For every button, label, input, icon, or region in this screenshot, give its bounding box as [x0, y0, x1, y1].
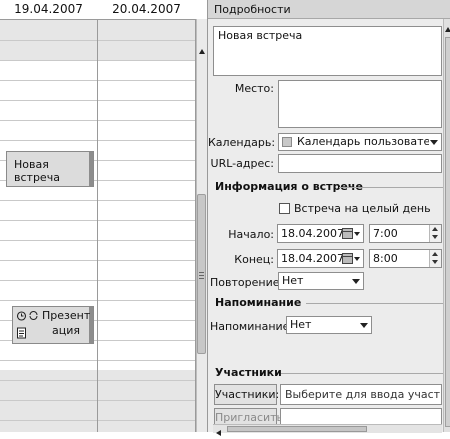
- alarm-clock-icon: [16, 310, 27, 324]
- calendar-picker-icon[interactable]: [342, 227, 360, 243]
- scroll-left-icon[interactable]: [216, 426, 221, 439]
- end-label: Конец:: [234, 253, 274, 266]
- calendar-select-value: Календарь пользователя - Ве: [297, 135, 429, 148]
- start-label: Начало:: [228, 228, 274, 241]
- end-date-field[interactable]: 18.04.2007: [277, 249, 364, 268]
- calendar-label: Календарь:: [208, 136, 276, 149]
- hour-line: [0, 260, 196, 261]
- hour-line: [0, 420, 196, 421]
- reminder-select[interactable]: Нет: [286, 316, 372, 334]
- panel-scrollbar[interactable]: [443, 19, 450, 432]
- calendar-picker-icon[interactable]: [342, 252, 360, 268]
- location-field[interactable]: [278, 80, 442, 128]
- attendees-button[interactable]: Участники:: [214, 384, 279, 405]
- location-label: Место:: [234, 82, 274, 95]
- panel-scroll-thumb[interactable]: [445, 37, 450, 427]
- chevron-down-icon: [430, 140, 438, 145]
- end-time-field[interactable]: 8:00: [369, 249, 442, 268]
- calendar-grid[interactable]: 19.04.2007 20.04.2007 Новая встреча През…: [0, 0, 196, 432]
- hour-line: [0, 280, 196, 281]
- section-divider: [281, 373, 447, 374]
- hour-line: [0, 40, 196, 41]
- event-title: Новая встреча: [14, 158, 60, 184]
- hour-line: [0, 100, 196, 101]
- attendees-header: Участники: [215, 366, 282, 379]
- all-day-label: Встреча на целый день: [294, 202, 431, 215]
- scroll-up-icon[interactable]: [445, 22, 450, 35]
- hour-line: [0, 240, 196, 241]
- hour-line: [0, 60, 196, 61]
- attendees-field[interactable]: Выберите для ввода участников: [280, 384, 442, 405]
- hour-line: [0, 360, 196, 361]
- all-day-checkbox[interactable]: [279, 203, 290, 214]
- note-icon: [16, 327, 27, 342]
- repeat-label: Повторение:: [210, 276, 284, 289]
- reminder-label: Напоминание:: [210, 320, 294, 333]
- recurrence-icon: [28, 310, 39, 324]
- hour-line: [0, 220, 196, 221]
- hour-line: [0, 140, 196, 141]
- reminder-select-value: Нет: [290, 318, 312, 331]
- day-divider: [97, 19, 98, 432]
- hour-line: [0, 300, 196, 301]
- hour-line: [0, 200, 196, 201]
- repeat-select[interactable]: Нет: [278, 272, 364, 290]
- start-time-value: 7:00: [373, 227, 398, 240]
- url-field[interactable]: [278, 154, 442, 173]
- hour-line: [0, 80, 196, 81]
- event-presentation[interactable]: Презент ация: [12, 306, 94, 344]
- section-divider: [339, 187, 447, 188]
- start-date-field[interactable]: 18.04.2007: [277, 224, 364, 243]
- start-date-value: 18.04.2007: [281, 227, 344, 240]
- calendar-select[interactable]: Календарь пользователя - Ве: [278, 133, 442, 151]
- scroll-thumb[interactable]: [197, 194, 206, 354]
- title-field[interactable]: Новая встреча: [213, 26, 442, 76]
- attendees-placeholder: Выберите для ввода участников: [285, 388, 441, 401]
- time-spinner[interactable]: [429, 250, 441, 267]
- end-time-value: 8:00: [373, 252, 398, 265]
- day-header-1[interactable]: 19.04.2007: [0, 0, 97, 20]
- url-label: URL-адрес:: [210, 157, 274, 170]
- event-title: Презент ация: [42, 309, 91, 337]
- panel-title: Подробности: [208, 0, 450, 19]
- start-time-field[interactable]: 7:00: [369, 224, 442, 243]
- end-date-value: 18.04.2007: [281, 252, 344, 265]
- time-spinner[interactable]: [429, 225, 441, 242]
- reminder-header: Напоминание: [215, 296, 302, 309]
- chevron-down-icon: [352, 279, 360, 284]
- hour-line: [0, 400, 196, 401]
- hscroll-thumb[interactable]: [227, 426, 367, 432]
- calendar-color-swatch: [282, 137, 292, 147]
- calendar-scrollbar[interactable]: [196, 19, 207, 432]
- scroll-up-icon[interactable]: [199, 44, 205, 57]
- event-new-meeting[interactable]: Новая встреча: [6, 151, 94, 187]
- repeat-select-value: Нет: [282, 274, 304, 287]
- day-header-2[interactable]: 20.04.2007: [98, 0, 195, 20]
- hour-line: [0, 120, 196, 121]
- section-divider: [306, 303, 447, 304]
- chevron-down-icon: [360, 323, 368, 328]
- hour-line: [0, 380, 196, 381]
- details-panel: Подробности Новая встреча Место: Календа…: [207, 0, 450, 436]
